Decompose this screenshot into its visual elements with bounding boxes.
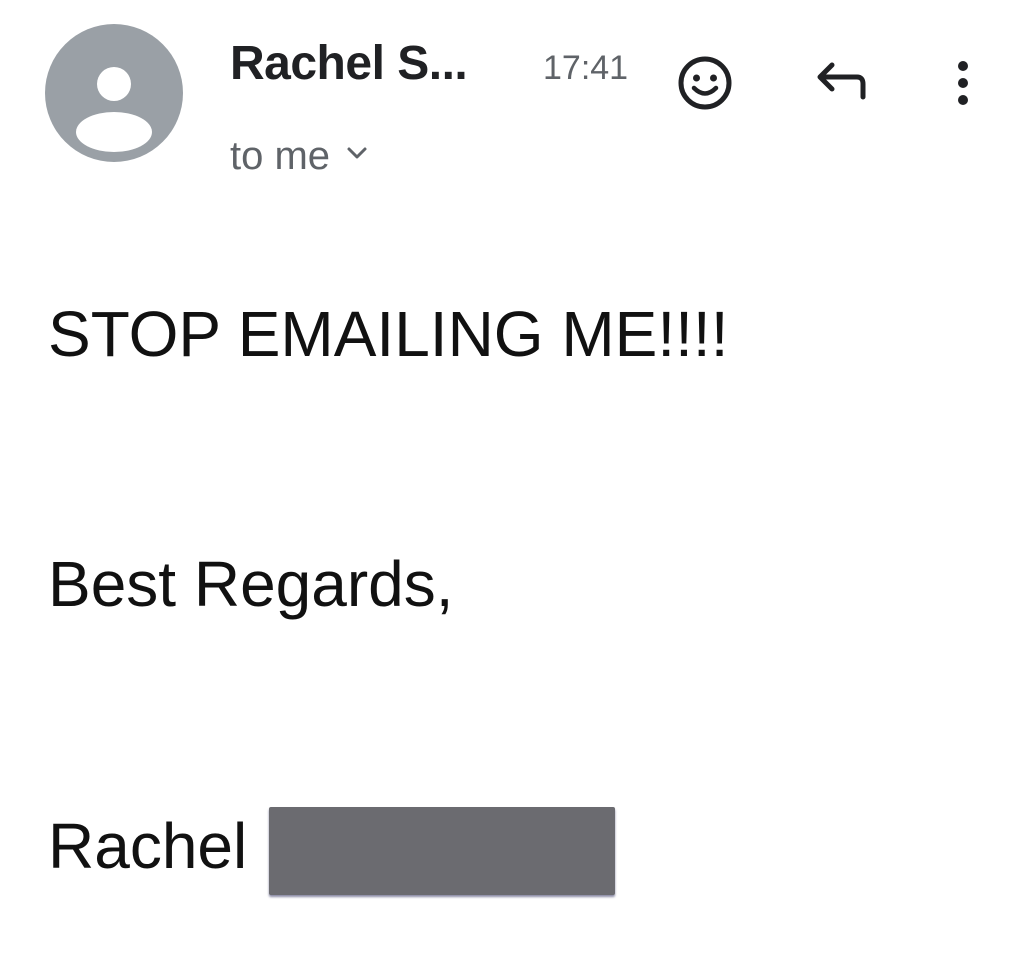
smiley-face-icon (678, 56, 732, 110)
redaction-block (269, 807, 616, 895)
sender-name[interactable]: Rachel S... (230, 36, 468, 92)
closing-text: Best Regards, (48, 548, 454, 620)
signature: Rachel (48, 796, 616, 896)
more-options-button[interactable] (936, 50, 990, 116)
recipient-details-toggle[interactable]: to me (230, 130, 368, 182)
chevron-down-icon (346, 145, 368, 161)
email-time: 17:41 (543, 49, 629, 87)
reply-arrow-icon (817, 62, 866, 100)
reply-button[interactable] (808, 52, 874, 112)
add-reaction-button[interactable] (672, 50, 738, 116)
person-avatar-icon (76, 67, 152, 152)
more-vertical-icon (958, 61, 968, 105)
recipient-label: to me (230, 134, 331, 178)
message-text: STOP EMAILING ME!!!! (48, 298, 729, 370)
email-header: Rachel S... 17:41 to me (0, 0, 1024, 200)
avatar[interactable] (45, 24, 183, 162)
signature-first-name: Rachel (48, 810, 248, 882)
